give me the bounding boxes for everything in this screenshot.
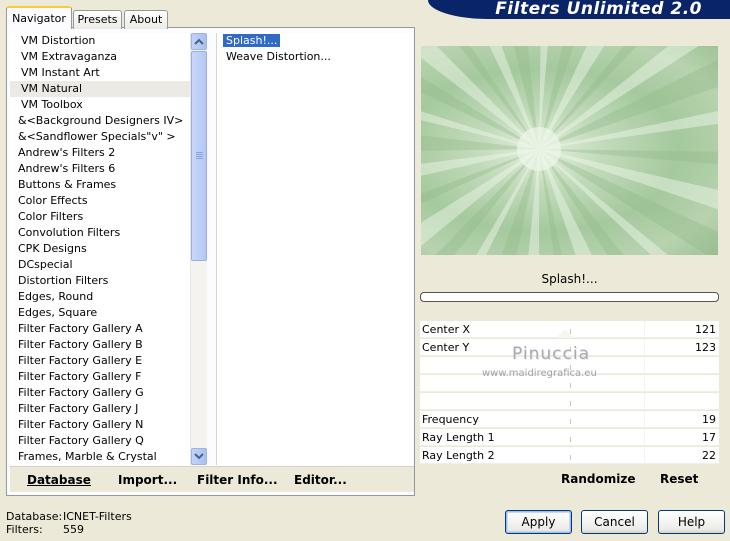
preview-filter-name: Splash!...	[541, 272, 598, 286]
tab-about[interactable]: About	[124, 10, 168, 29]
randomize-button[interactable]: Randomize	[561, 472, 635, 486]
filters-label: Filters:	[6, 523, 43, 536]
filter-info-button[interactable]: Filter Info...	[197, 473, 278, 487]
category-item[interactable]: Convolution Filters	[10, 225, 190, 241]
filter-preview-image	[421, 46, 718, 255]
parameter-toolbar: Randomize Reset	[420, 466, 719, 492]
slider-pointer	[556, 329, 574, 338]
status-info: Database:ICNET-Filters Filters: 559	[6, 510, 132, 536]
parameter-value: 123	[695, 341, 716, 354]
watermark-name: Pinuccia	[512, 344, 590, 364]
parameter-value: 22	[702, 449, 716, 462]
parameter-value: 17	[702, 431, 716, 444]
category-item[interactable]: Filter Factory Gallery Q	[10, 433, 190, 449]
category-item[interactable]: VM Natural	[10, 81, 190, 97]
progress-bar	[420, 292, 719, 302]
category-item[interactable]: Andrew's Filters 6	[10, 161, 190, 177]
category-item[interactable]: Edges, Round	[10, 289, 190, 305]
category-item[interactable]: &<Background Designers IV>	[10, 113, 190, 129]
category-list[interactable]: VM Distortion VM Extravaganza VM Instant A…	[10, 33, 190, 465]
splash-rays	[421, 46, 718, 255]
category-item[interactable]: Filter Factory Gallery G	[10, 385, 190, 401]
scroll-down-button[interactable]	[191, 448, 207, 465]
category-item[interactable]: CPK Designs	[10, 241, 190, 257]
apply-button[interactable]: Apply	[505, 510, 572, 534]
splash-center	[517, 127, 561, 171]
splash-ray	[539, 149, 718, 165]
category-item[interactable]: Color Filters	[10, 209, 190, 225]
category-item[interactable]: VM Toolbox	[10, 97, 190, 113]
parameter-label: Center X	[422, 323, 471, 336]
database-value: ICNET-Filters	[63, 510, 132, 523]
category-item[interactable]: Filter Factory Gallery A	[10, 321, 190, 337]
category-item[interactable]: Filter Factory Gallery F	[10, 369, 190, 385]
category-item[interactable]: Distortion Filters	[10, 273, 190, 289]
category-item[interactable]: Filter Factory Gallery B	[10, 337, 190, 353]
category-item[interactable]: DCspecial	[10, 257, 190, 273]
parameter-slider[interactable]: Frequency 19	[420, 411, 719, 428]
parameter-value: 19	[702, 413, 716, 426]
parameter-label: Ray Length 1	[422, 431, 495, 444]
filter-item-weave-distortion[interactable]: Weave Distortion...	[217, 49, 413, 65]
reset-button[interactable]: Reset	[660, 472, 698, 486]
watermark-site: www.maidiregrafica.eu	[482, 368, 597, 379]
category-item[interactable]: Frames, Marble & Crystal	[10, 449, 190, 465]
category-item[interactable]: VM Extravaganza	[10, 49, 190, 65]
title-banner: Filters Unlimited 2.0	[428, 0, 730, 19]
category-item[interactable]: Buttons & Frames	[10, 177, 190, 193]
category-item[interactable]: Filter Factory Gallery N	[10, 417, 190, 433]
category-item[interactable]: Filter Factory Gallery E	[10, 353, 190, 369]
editor-button[interactable]: Editor...	[294, 473, 347, 487]
category-item[interactable]: Color Effects	[10, 193, 190, 209]
import-button[interactable]: Import...	[118, 473, 177, 487]
scroll-up-button[interactable]	[191, 33, 207, 50]
splash-ray	[539, 149, 718, 255]
database-button[interactable]: Database	[27, 473, 91, 487]
parameter-label: Ray Length 2	[422, 449, 495, 462]
cancel-button[interactable]: Cancel	[581, 510, 648, 534]
parameter-slider[interactable]: Ray Length 2 22	[420, 447, 719, 464]
category-item[interactable]: Filter Factory Gallery J	[10, 401, 190, 417]
category-item[interactable]: VM Instant Art	[10, 65, 190, 81]
chevron-down-icon	[194, 453, 204, 460]
parameter-label: Frequency	[422, 413, 479, 426]
category-item[interactable]: Andrew's Filters 2	[10, 145, 190, 161]
filter-item-label: Splash!...	[223, 34, 281, 47]
parameter-slider[interactable]: Ray Length 1 17	[420, 429, 719, 446]
parameter-label: Center Y	[422, 341, 470, 354]
filters-count: 559	[63, 523, 84, 536]
banner-title: Filters Unlimited 2.0	[495, 0, 702, 19]
database-label: Database:	[6, 510, 63, 523]
scroll-thumb[interactable]	[191, 51, 207, 261]
category-scrollbar[interactable]	[190, 33, 207, 465]
filter-item-label: Weave Distortion...	[226, 50, 331, 63]
parameter-slider[interactable]	[420, 393, 719, 410]
tab-navigator[interactable]: Navigator	[6, 6, 72, 29]
category-item[interactable]: Edges, Square	[10, 305, 190, 321]
chevron-up-icon	[194, 38, 204, 45]
category-item[interactable]: &<Sandflower Specials"v" >	[10, 129, 190, 145]
help-button[interactable]: Help	[658, 510, 725, 534]
navigator-toolbar: Database Import... Filter Info... Editor…	[10, 466, 414, 492]
parameter-value: 121	[695, 323, 716, 336]
tab-presets[interactable]: Presets	[73, 10, 122, 29]
filter-list[interactable]: Splash!... Weave Distortion...	[216, 33, 413, 465]
filter-item-splash[interactable]: Splash!...	[217, 33, 413, 49]
category-item[interactable]: VM Distortion	[10, 33, 190, 49]
